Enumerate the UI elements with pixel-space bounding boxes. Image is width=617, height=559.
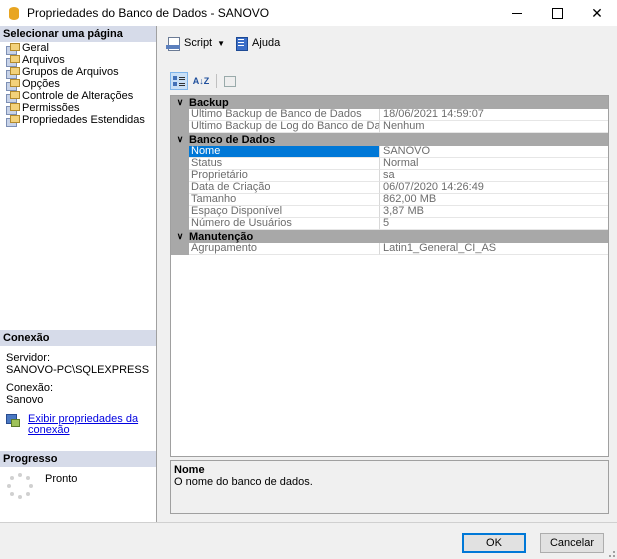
page-item-arquivos[interactable]: Arquivos [0,54,156,67]
category-label: Backup [189,96,229,109]
property-row[interactable]: Número de Usuários 5 [171,218,608,230]
property-name: Último Backup de Banco de Dados [189,109,380,121]
progress-status: Pronto [45,473,78,485]
property-row[interactable]: Agrupamento Latin1_General_CI_AS [171,243,608,255]
window-controls: ✕ [497,0,617,26]
connection-label: Conexão: [6,382,54,394]
page-item-propriedades-estendidas[interactable]: Propriedades Estendidas [0,114,156,127]
page-icon [6,103,20,115]
description-text: O nome do banco de dados. [174,476,313,488]
connection-properties-icon [6,414,20,427]
page-item-label: Arquivos [22,54,65,66]
progress-spinner-icon [7,473,33,499]
help-label: Ajuda [252,37,281,49]
close-button[interactable]: ✕ [577,0,617,26]
property-value: Nenhum [380,121,608,133]
select-page-header: Selecionar uma página [0,26,156,42]
collapse-icon[interactable]: ∨ [171,134,189,145]
page-icon [6,79,20,91]
page-list: Geral Arquivos Grupos de Arquivos Opções… [0,42,156,127]
page-item-label: Controle de Alterações [22,90,134,102]
main-toolbar: Script ▼ Ajuda [166,33,290,53]
categorized-button[interactable] [170,72,188,90]
ok-button[interactable]: OK [462,533,526,553]
category-label: Banco de Dados [189,133,276,146]
toolbar-separator [216,74,217,88]
help-icon [235,36,249,51]
server-value: SANOVO-PC\SQLEXPRESS [6,364,150,376]
resize-grip-icon[interactable] [605,547,615,557]
property-name: Status [189,158,380,170]
property-row[interactable]: Espaço Disponível 3,87 MB [171,206,608,218]
script-button[interactable]: Script ▼ [166,36,225,51]
connection-header: Conexão [0,330,156,346]
property-name: Agrupamento [189,243,380,255]
page-item-label: Opções [22,78,60,90]
page-item-permissoes[interactable]: Permissões [0,102,156,115]
database-icon [9,6,19,20]
view-connection-properties[interactable]: Exibir propriedades da conexão [6,414,156,436]
property-name: Nome [189,146,380,158]
page-item-geral[interactable]: Geral [0,42,156,55]
property-grid-toolbar: A↓Z [170,72,243,90]
property-grid[interactable]: ∨ Backup Último Backup de Banco de Dados… [170,95,609,457]
page-item-controle-de-alteracoes[interactable]: Controle de Alterações [0,90,156,103]
page-item-label: Permissões [22,102,80,114]
page-item-opcoes[interactable]: Opções [0,78,156,91]
help-button[interactable]: Ajuda [235,36,281,51]
category-label: Manutenção [189,230,254,243]
window-title: Propriedades do Banco de Dados - SANOVO [27,6,270,20]
footer-divider [0,522,617,523]
property-name: Tamanho [189,194,380,206]
property-name: Número de Usuários [189,218,380,230]
description-title: Nome [174,464,205,476]
page-item-grupos-de-arquivos[interactable]: Grupos de Arquivos [0,66,156,79]
page-icon [6,43,20,55]
page-icon [6,67,20,79]
property-name: Último Backup de Log do Banco de Dados [189,121,380,133]
maximize-button[interactable] [537,0,577,26]
progress-info: Pronto [7,473,77,499]
property-value: 3,87 MB [380,206,608,218]
property-value: 5 [380,218,608,230]
script-icon [166,36,181,51]
collapse-icon[interactable]: ∨ [171,97,189,108]
sort-alphabetical-icon: A↓Z [192,76,210,86]
page-item-label: Geral [22,42,49,54]
cancel-button[interactable]: Cancelar [540,533,604,553]
connection-info: Servidor: SANOVO-PC\SQLEXPRESS Conexão: … [6,352,156,436]
chevron-down-icon[interactable]: ▼ [217,39,225,48]
property-name: Espaço Disponível [189,206,380,218]
page-icon [6,91,20,103]
property-value: Latin1_General_CI_AS [380,243,608,255]
server-label: Servidor: [6,352,51,364]
property-row[interactable]: Último Backup de Log do Banco de Dados N… [171,121,608,133]
alphabetical-button[interactable]: A↓Z [192,72,210,90]
page-icon [6,55,20,67]
property-pages-button[interactable] [221,72,239,90]
left-pane: Selecionar uma página Geral Arquivos Gru… [0,26,157,522]
progress-header: Progresso [0,451,156,467]
page-icon [6,115,20,127]
property-pages-icon [224,75,236,87]
page-item-label: Grupos de Arquivos [22,66,119,78]
categorized-icon [173,75,185,87]
title-bar: Propriedades do Banco de Dados - SANOVO … [0,0,617,26]
connection-value: Sanovo [6,394,44,406]
property-value: Normal [380,158,608,170]
property-name: Data de Criação [189,182,380,194]
minimize-button[interactable] [497,0,537,26]
script-label: Script [184,37,213,49]
page-item-label: Propriedades Estendidas [22,114,145,126]
collapse-icon[interactable]: ∨ [171,231,189,242]
property-name: Proprietário [189,170,380,182]
view-connection-properties-link[interactable]: Exibir propriedades da conexão [28,414,138,436]
description-panel: Nome O nome do banco de dados. [170,460,609,514]
